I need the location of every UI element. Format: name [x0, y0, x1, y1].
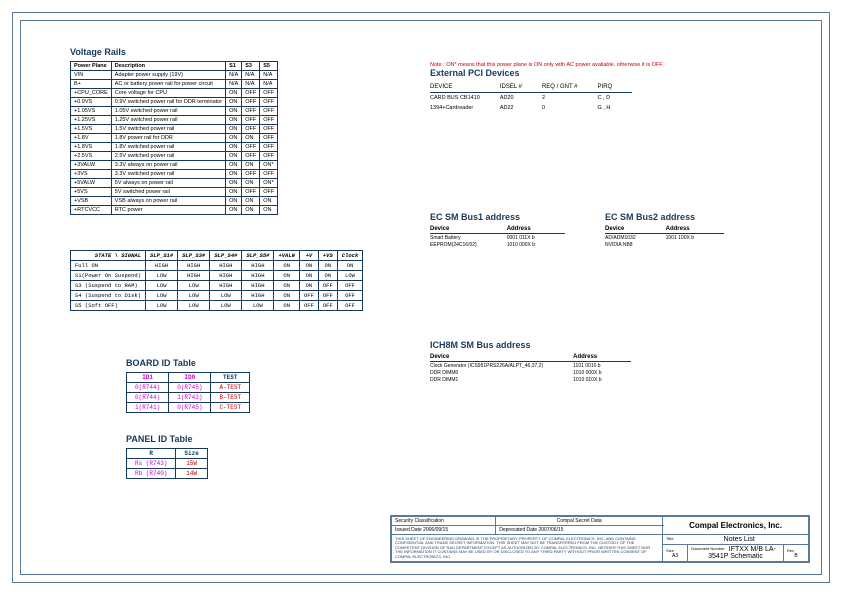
title-block: Security Classification Compal Secret Da…: [390, 515, 810, 563]
sm2-table: DeviceAddressAD/ADM10321001 100X bNVIDIA…: [605, 226, 724, 248]
tb-secret: Compal Secret Data: [557, 518, 602, 524]
voltage-table: Power PlaneDescriptionS1S3S5VINAdapter p…: [70, 61, 278, 215]
voltage-title: Voltage Rails: [70, 47, 360, 57]
signal-state-section: STATE \ SIGNALSLP_S1#SLP_S3#SLP_S4#SLP_S…: [70, 250, 363, 311]
ext-pci-title: External PCI Devices: [430, 68, 780, 78]
tb-company: Compal Electronics, Inc.: [689, 521, 782, 530]
tb-size: A3: [666, 553, 684, 559]
panel-id-section: PANEL ID Table RSizeRs (R743)15WRb (R740…: [126, 434, 208, 479]
tb-legal: THIS SHEET OF ENGINEERING DRAWING IS THE…: [395, 536, 650, 559]
tb-issued-l: Issued Date: [395, 527, 422, 533]
sm-bus2-section: EC SM Bus2 address DeviceAddressAD/ADM10…: [605, 212, 724, 248]
ich-sm-section: ICH8M SM Bus address DeviceAddressClock …: [430, 340, 631, 383]
board-id-section: BOARD ID Table ID1ID0TEST0(R744)0(R745)A…: [126, 358, 250, 413]
tb-dep: 2007/06/15: [538, 527, 563, 533]
sm1-table: DeviceAddressSmart Battery0001 011X bEEP…: [430, 226, 565, 248]
sm2-title: EC SM Bus2 address: [605, 212, 724, 222]
ich-title: ICH8M SM Bus address: [430, 340, 631, 350]
panel-id-title: PANEL ID Table: [126, 434, 208, 444]
tb-sec-label: Security Classification: [395, 518, 444, 524]
board-id-title: BOARD ID Table: [126, 358, 250, 368]
panel-id-table: RSizeRs (R743)15WRb (R740)14W: [126, 448, 208, 479]
sm-bus1-section: EC SM Bus1 address DeviceAddressSmart Ba…: [430, 212, 565, 248]
sm1-title: EC SM Bus1 address: [430, 212, 565, 222]
tb-issued: 2006/09/15: [423, 527, 448, 533]
signal-table: STATE \ SIGNALSLP_S1#SLP_S3#SLP_S4#SLP_S…: [70, 250, 363, 311]
tb-title-l: Title: [666, 536, 673, 541]
voltage-rails-section: Voltage Rails Power PlaneDescriptionS1S3…: [70, 47, 360, 215]
tb-doc-l: Document Number: [691, 546, 725, 551]
tb-notes: Notes List: [724, 536, 755, 543]
ext-pci-table: DEVICEIDSEL #REQ / GNT #PIRQCARD BUS CB1…: [430, 82, 632, 113]
tb-rev: B: [787, 553, 805, 559]
board-id-table: ID1ID0TEST0(R744)0(R745)A-TEST0(R744)1(R…: [126, 372, 250, 413]
ich-table: DeviceAddressClock Generator (ICS951PRS2…: [430, 354, 631, 383]
tb-dep-l: Deprecated Date: [499, 527, 537, 533]
